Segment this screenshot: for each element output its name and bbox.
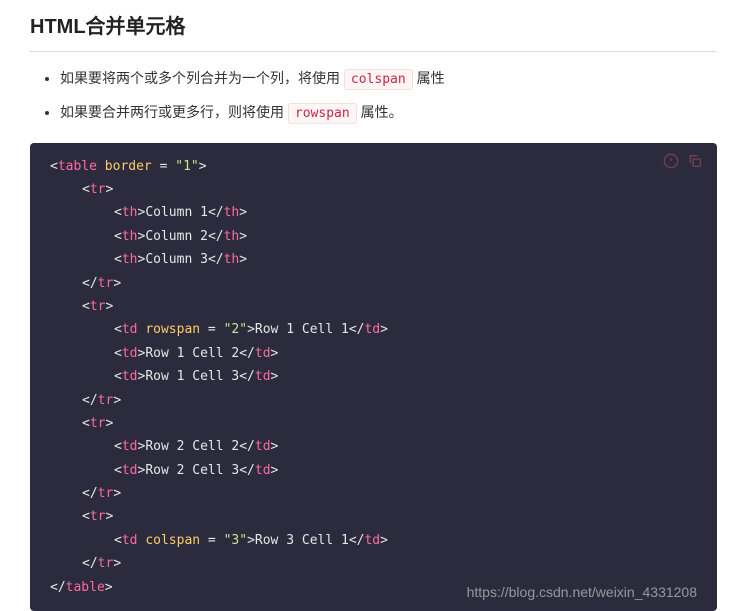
section-heading: HTML合并单元格	[30, 10, 717, 39]
code-line: <tr>	[50, 295, 697, 318]
bullet-text-pre: 如果要合并两行或更多行，则将使用	[60, 104, 288, 120]
list-item: 如果要合并两行或更多行，则将使用 rowspan 属性。	[60, 101, 717, 125]
warning-icon[interactable]	[663, 153, 679, 169]
code-line: <td>Row 2 Cell 2</td>	[50, 435, 697, 458]
bullet-text-pre: 如果要将两个或多个列合并为一个列，将使用	[60, 70, 344, 86]
code-line: <tr>	[50, 412, 697, 435]
list-item: 如果要将两个或多个列合并为一个列，将使用 colspan 属性	[60, 67, 717, 91]
divider	[30, 51, 717, 52]
inline-code: rowspan	[288, 103, 357, 124]
code-line: <th>Column 1</th>	[50, 201, 697, 224]
code-line: <th>Column 2</th>	[50, 225, 697, 248]
code-line: <td>Row 2 Cell 3</td>	[50, 459, 697, 482]
code-line: <td rowspan = "2">Row 1 Cell 1</td>	[50, 318, 697, 341]
code-line: <tr>	[50, 505, 697, 528]
code-line: <table border = "1">	[50, 155, 697, 178]
code-line: <td>Row 1 Cell 3</td>	[50, 365, 697, 388]
code-line: </tr>	[50, 389, 697, 412]
code-line: <td colspan = "3">Row 3 Cell 1</td>	[50, 529, 697, 552]
code-line: </tr>	[50, 482, 697, 505]
bullet-text-post: 属性	[413, 70, 445, 86]
watermark: https://blog.csdn.net/weixin_4331208	[467, 580, 697, 605]
code-toolbar	[663, 153, 703, 169]
inline-code: colspan	[344, 69, 413, 90]
code-line: <tr>	[50, 178, 697, 201]
code-line: </tr>	[50, 272, 697, 295]
code-block: <table border = "1"> <tr> <th>Column 1</…	[30, 143, 717, 611]
bullet-text-post: 属性。	[357, 104, 403, 120]
code-line: </tr>	[50, 552, 697, 575]
copy-icon[interactable]	[687, 153, 703, 169]
code-line: <th>Column 3</th>	[50, 248, 697, 271]
bullet-list: 如果要将两个或多个列合并为一个列，将使用 colspan 属性 如果要合并两行或…	[30, 67, 717, 125]
code-line: <td>Row 1 Cell 2</td>	[50, 342, 697, 365]
